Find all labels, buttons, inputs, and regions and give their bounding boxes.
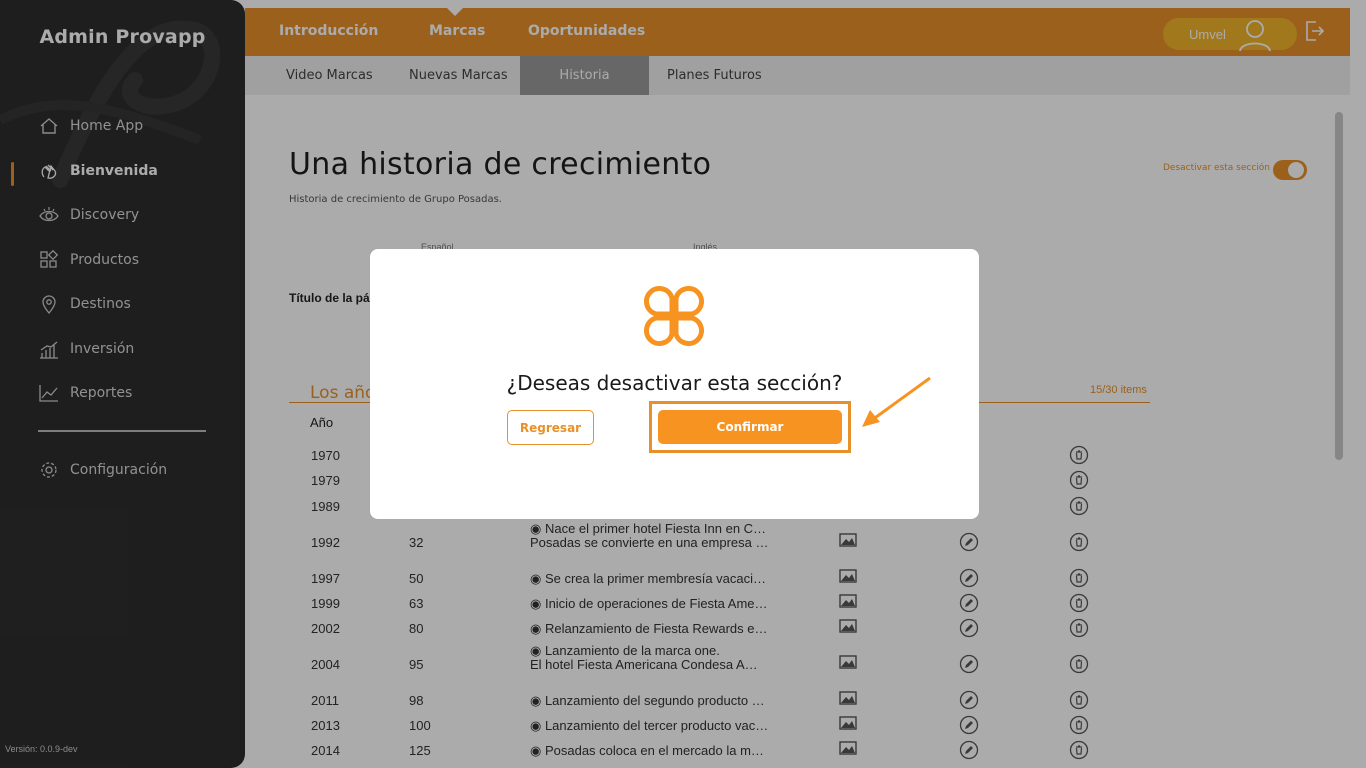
pointer-arrow-icon	[862, 376, 931, 427]
confirm-button[interactable]: Confirmar	[658, 410, 842, 444]
clover-logo-icon	[643, 285, 705, 347]
back-button[interactable]: Regresar	[507, 410, 594, 445]
